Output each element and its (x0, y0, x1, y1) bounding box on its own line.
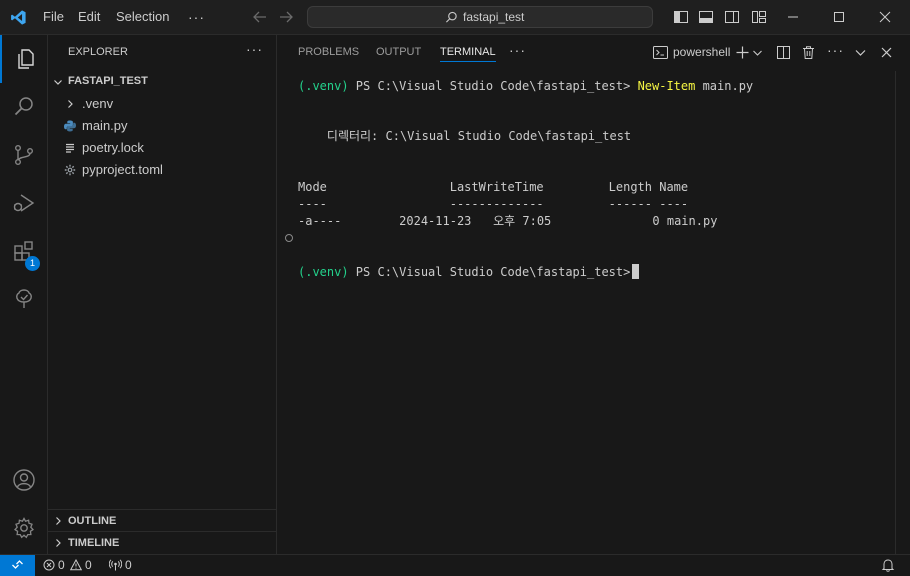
extensions-badge: 1 (25, 256, 40, 271)
prompt-env: (.venv) (298, 265, 349, 279)
split-terminal-icon[interactable] (776, 45, 791, 60)
workspace-folder-label: FASTAPI_TEST (68, 75, 148, 87)
terminal-shell-label[interactable]: powershell (673, 45, 730, 59)
ports-count[interactable]: 0 (125, 558, 132, 572)
remote-icon (12, 560, 23, 569)
command-decoration-icon[interactable] (285, 234, 293, 242)
outline-label: OUTLINE (68, 515, 117, 527)
tree-item-label: .venv (82, 96, 114, 111)
activity-testing[interactable] (0, 275, 48, 323)
outline-section-header[interactable]: OUTLINE (48, 509, 276, 531)
toggle-secondary-sidebar-icon[interactable] (724, 9, 740, 25)
error-count[interactable]: 0 (58, 558, 65, 572)
explorer-more-button[interactable]: ··· (246, 41, 263, 57)
menu-edit[interactable]: Edit (78, 0, 100, 34)
back-arrow-icon[interactable] (251, 8, 269, 26)
activity-source-control[interactable] (0, 131, 48, 179)
chevron-down-icon[interactable] (752, 45, 763, 60)
vscode-logo-icon (11, 10, 26, 25)
python-icon (64, 120, 76, 132)
maximize-button[interactable] (816, 0, 862, 34)
terminal-more-button[interactable]: ··· (827, 42, 844, 58)
chevron-right-icon (56, 517, 61, 525)
trash-icon[interactable] (801, 45, 816, 60)
chevron-down-icon[interactable] (853, 45, 868, 60)
explorer-title: EXPLORER (68, 46, 128, 58)
search-icon (14, 97, 33, 116)
lines-icon (66, 143, 74, 153)
terminal-panel: PROBLEMS OUTPUT TERMINAL ··· powershell … (277, 35, 910, 554)
testing-flask-icon (16, 289, 32, 308)
tree-item-label: main.py (82, 118, 128, 133)
panel-more-button[interactable]: ··· (509, 42, 526, 58)
terminal-scrollbar[interactable] (895, 71, 909, 554)
minimize-button[interactable] (770, 0, 816, 34)
command-name: New-Item (637, 79, 696, 93)
error-icon (43, 559, 55, 571)
title-bar: File Edit Selection ··· fastapi_test (0, 0, 910, 35)
timeline-label: TIMELINE (68, 537, 120, 549)
activity-accounts[interactable] (0, 456, 48, 504)
warning-count[interactable]: 0 (85, 558, 92, 572)
close-window-button[interactable] (862, 0, 908, 34)
menu-more-button[interactable]: ··· (188, 0, 205, 34)
ports-broadcast-icon (109, 559, 122, 571)
tree-item-main-py[interactable]: main.py (48, 115, 276, 137)
activity-explorer[interactable] (0, 35, 48, 83)
search-icon (445, 11, 457, 23)
gear-icon (64, 164, 76, 176)
workspace-folder-header[interactable]: FASTAPI_TEST (48, 71, 276, 93)
terminal-line-dashes: ---- ------------- ------ ---- (298, 197, 689, 211)
menu-file[interactable]: File (43, 0, 64, 34)
explorer-sidebar: EXPLORER ··· FASTAPI_TEST .venv main.py … (48, 35, 277, 554)
chevron-right-icon (68, 100, 73, 108)
activity-search[interactable] (0, 83, 48, 131)
tree-item-pyproject-toml[interactable]: pyproject.toml (48, 159, 276, 181)
forward-arrow-icon[interactable] (277, 8, 295, 26)
toggle-panel-icon[interactable] (698, 9, 714, 25)
prompt-path: PS C:\Visual Studio Code\fastapi_test> (348, 265, 631, 279)
bell-icon[interactable] (881, 558, 895, 572)
tree-item-venv[interactable]: .venv (48, 93, 276, 115)
terminal-line-command: (.venv) PS C:\Visual Studio Code\fastapi… (298, 78, 753, 95)
tree-item-poetry-lock[interactable]: poetry.lock (48, 137, 276, 159)
terminal-line-directory: 디렉터리: C:\Visual Studio Code\fastapi_test (298, 129, 632, 143)
tree-item-label: poetry.lock (82, 140, 144, 155)
terminal-line-header: Mode LastWriteTime Length Name (298, 180, 689, 194)
menu-selection[interactable]: Selection (116, 0, 169, 34)
search-text: fastapi_test (463, 10, 525, 24)
chevron-right-icon (56, 539, 61, 547)
prompt-env: (.venv) (298, 79, 349, 93)
files-icon (18, 49, 34, 69)
tab-terminal[interactable]: TERMINAL (440, 46, 496, 62)
terminal-shell-icon (653, 46, 668, 59)
close-panel-icon[interactable] (879, 45, 894, 60)
terminal-line-row: -a---- 2024-11-23 오후 7:05 0 main.py (298, 214, 718, 228)
activity-run-debug[interactable] (0, 179, 48, 227)
prompt-path: PS C:\Visual Studio Code\fastapi_test> (348, 79, 638, 93)
activity-extensions[interactable]: 1 (0, 227, 48, 275)
terminal-cursor (632, 264, 640, 279)
source-control-icon (15, 145, 33, 166)
gear-icon (14, 517, 34, 539)
run-debug-icon (13, 194, 35, 212)
toggle-primary-sidebar-icon[interactable] (673, 9, 689, 25)
terminal-line-prompt: (.venv) PS C:\Visual Studio Code\fastapi… (298, 264, 640, 281)
activity-bar: 1 (0, 35, 48, 554)
tree-item-label: pyproject.toml (82, 162, 163, 177)
tab-problems[interactable]: PROBLEMS (298, 46, 359, 58)
timeline-section-header[interactable]: TIMELINE (48, 531, 276, 553)
terminal-output[interactable]: (.venv) PS C:\Visual Studio Code\fastapi… (298, 78, 753, 279)
customize-layout-icon[interactable] (751, 9, 767, 25)
command-arg: main.py (695, 79, 754, 93)
activity-manage[interactable] (0, 504, 48, 552)
chevron-down-icon (54, 80, 62, 85)
new-terminal-plus-icon[interactable] (735, 45, 750, 60)
command-center-search[interactable]: fastapi_test (307, 6, 653, 28)
warning-icon (70, 559, 82, 571)
account-icon (13, 469, 35, 491)
tab-output[interactable]: OUTPUT (376, 46, 421, 58)
status-bar: 0 0 0 (0, 554, 910, 576)
remote-indicator-button[interactable] (0, 555, 35, 576)
